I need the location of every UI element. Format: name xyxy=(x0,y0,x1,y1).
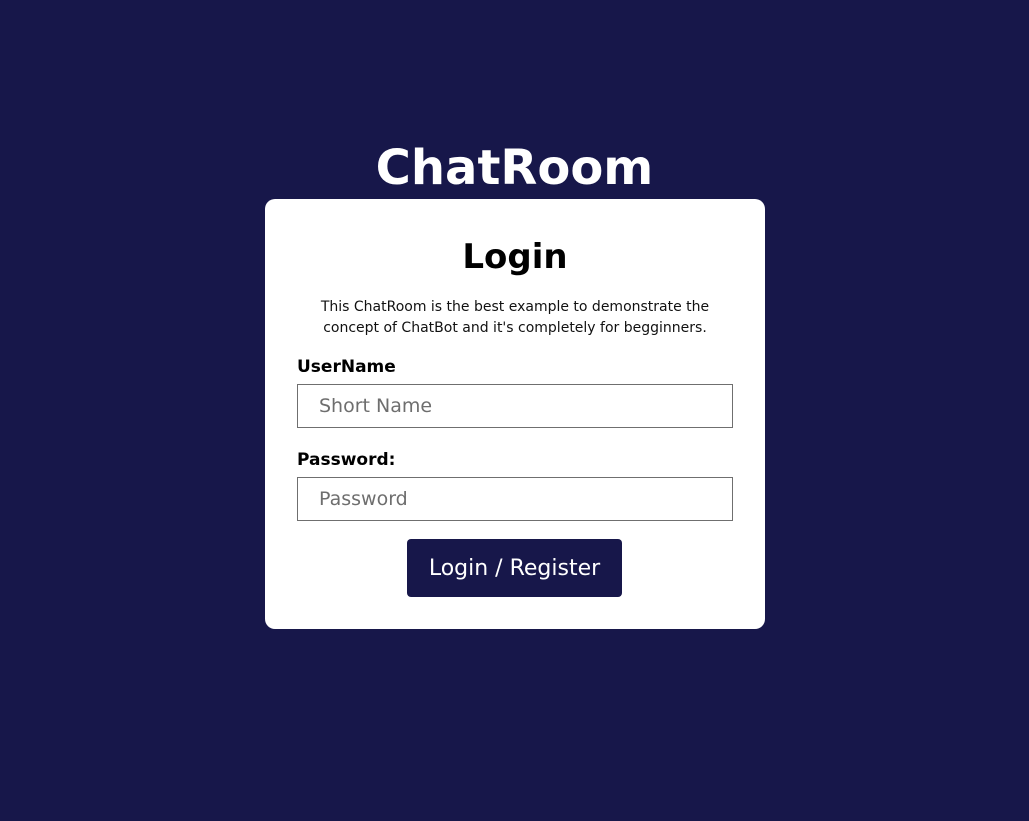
password-input[interactable] xyxy=(297,477,733,521)
app-title: ChatRoom xyxy=(375,140,654,196)
login-description: This ChatRoom is the best example to dem… xyxy=(320,299,710,336)
username-label: UserName xyxy=(297,357,396,377)
username-input[interactable] xyxy=(297,384,733,428)
login-heading: Login xyxy=(462,237,568,277)
password-label: Password: xyxy=(297,450,396,470)
login-card: Login This ChatRoom is the best example … xyxy=(265,199,765,629)
login-page: ChatRoom Login This ChatRoom is the best… xyxy=(0,0,1029,821)
login-register-button[interactable]: Login / Register xyxy=(407,539,622,597)
